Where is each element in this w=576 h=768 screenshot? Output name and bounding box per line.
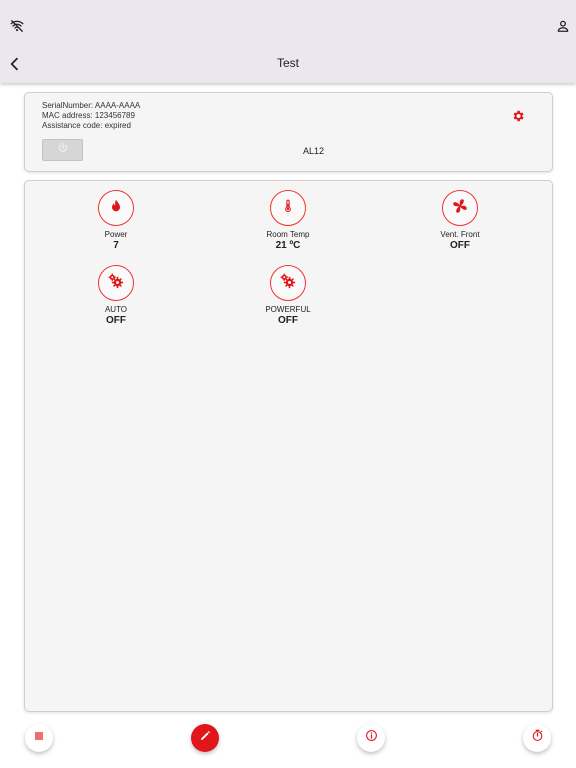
wifi-off-icon[interactable] [6, 16, 28, 36]
tile-label: Power [104, 230, 128, 239]
tile-value: 21 ºC [275, 240, 301, 251]
device-info: SerialNumber: AAAA-AAAA MAC address: 123… [42, 101, 140, 131]
assistance-code: Assistance code: expired [42, 121, 131, 130]
tile-value: OFF [106, 315, 126, 326]
serial-number: SerialNumber: AAAA-AAAA [42, 101, 141, 110]
tile-room-temp[interactable]: Room Temp 21 ºC [228, 190, 348, 251]
account-icon[interactable] [552, 16, 574, 36]
fan-icon [451, 197, 469, 220]
tile-vent-front[interactable]: Vent. Front OFF [400, 190, 520, 251]
power-icon [57, 141, 69, 159]
edit-button[interactable] [191, 724, 219, 752]
info-icon [365, 729, 378, 747]
mac-address: MAC address: 123456789 [42, 111, 135, 120]
tile-label: AUTO [104, 305, 128, 314]
tile-circle[interactable] [270, 190, 306, 226]
status-panel: Power 7 Room Temp 21 ºC Vent. Front OFF … [24, 180, 553, 712]
tile-circle[interactable] [442, 190, 478, 226]
timer-button[interactable] [523, 724, 551, 752]
tile-circle[interactable] [98, 265, 134, 301]
tile-label: Room Temp [266, 230, 310, 239]
timer-icon [531, 729, 544, 747]
page-title: Test [276, 56, 299, 70]
tile-circle[interactable] [270, 265, 306, 301]
tile-label: Vent. Front [440, 230, 480, 239]
tile-circle[interactable] [98, 190, 134, 226]
thermometer-icon [281, 197, 295, 220]
tile-auto[interactable]: AUTO OFF [56, 265, 176, 326]
model-label: AL12 [303, 146, 325, 156]
flame-icon [108, 197, 124, 220]
edit-icon [199, 729, 212, 747]
device-info-card: SerialNumber: AAAA-AAAA MAC address: 123… [24, 92, 553, 172]
tile-value: OFF [278, 315, 298, 326]
tile-label: POWERFUL [265, 305, 311, 314]
list-button[interactable] [25, 724, 53, 752]
gears-icon [107, 272, 125, 295]
gear-icon[interactable] [511, 109, 527, 125]
power-button[interactable] [42, 139, 83, 161]
gears-icon [279, 272, 297, 295]
tile-value: 7 [113, 240, 119, 251]
tile-powerful[interactable]: POWERFUL OFF [228, 265, 348, 326]
info-button[interactable] [357, 724, 385, 752]
app-bar: Test [0, 0, 576, 83]
tile-power[interactable]: Power 7 [56, 190, 176, 251]
list-icon [33, 729, 45, 747]
tile-value: OFF [450, 240, 470, 251]
